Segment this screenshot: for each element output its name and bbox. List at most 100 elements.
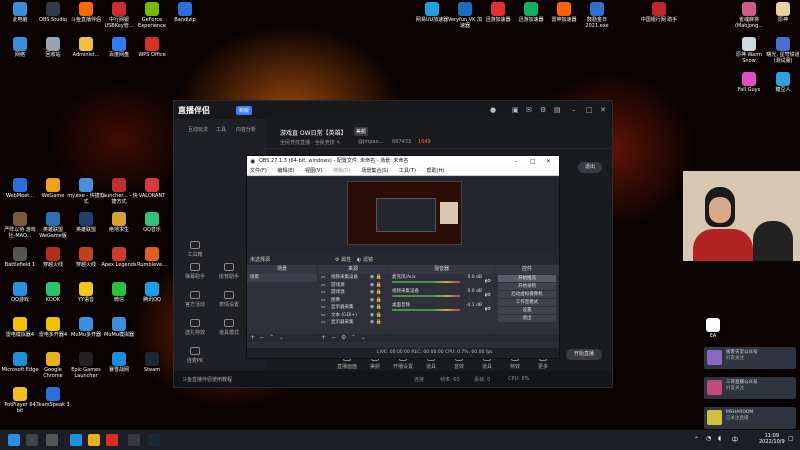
ea-desktop-icon[interactable]: EA [694, 318, 732, 339]
start-live-button[interactable]: 开始直播 [566, 349, 602, 360]
desktop-icon[interactable]: Rumbleve... [133, 247, 171, 268]
desktop-icon[interactable]: Steam [133, 352, 171, 373]
mute-settings-icon[interactable]: ◖⚙ [485, 279, 491, 284]
close-icon[interactable]: ✕ [546, 156, 551, 167]
notification-card[interactable]: MSHAROOM 已关注直播 [704, 407, 796, 429]
avatar-icon[interactable]: ● [490, 106, 496, 114]
properties-button[interactable]: ⚙ 属性 [335, 255, 351, 265]
volume-slider[interactable] [392, 281, 460, 283]
minimize-icon[interactable]: – [572, 106, 576, 114]
visibility-lock-icon[interactable]: ◉ 🔒 [370, 319, 382, 327]
remove-source-icon[interactable]: − [331, 334, 336, 342]
pk-button[interactable]: 连麦PK [180, 347, 210, 364]
obs-taskbar-icon[interactable] [128, 434, 140, 446]
maximize-icon[interactable]: □ [586, 106, 593, 114]
virtual-camera-button[interactable]: 启动虚拟摄像机 [498, 291, 556, 298]
gift-icon[interactable]: ▣ [512, 106, 519, 114]
desktop-icon[interactable]: 腾讯QQ [133, 282, 171, 303]
room-admin-button[interactable]: 房管助手 [214, 263, 244, 280]
source-item[interactable]: ▭ 文本 (GDI+) ◉ 🔒 [318, 312, 388, 320]
emoji-button[interactable]: 表情设置 [214, 291, 244, 308]
input-lang[interactable]: 中 [732, 435, 738, 444]
desktop-icon[interactable]: 曙光, 星穹铁道 (测试服) [764, 37, 800, 64]
search-taskbar-icon[interactable] [26, 434, 38, 446]
visibility-lock-icon[interactable]: ◉ 🔒 [370, 274, 382, 282]
tab-interactive[interactable]: 互动玩法 [188, 126, 208, 133]
exit-live-button[interactable]: 退出 [578, 162, 602, 173]
remove-scene-icon[interactable]: − [259, 334, 264, 342]
exit-button[interactable]: 退出 [498, 315, 556, 322]
skin-icon[interactable]: ▤ [554, 106, 561, 114]
obs-preview[interactable] [247, 177, 559, 255]
toolbox-button[interactable]: 工具箱 [180, 241, 210, 258]
menu-dock[interactable]: 停靠(D) [333, 168, 351, 174]
tutorial-link[interactable]: 斗鱼直播伴侣使用教程 [182, 376, 232, 383]
add-scene-icon[interactable]: + [250, 334, 255, 342]
scene-item[interactable]: 场景 [247, 274, 317, 282]
desktop-icon[interactable]: MuMu模拟器 [100, 317, 138, 338]
room-category[interactable]: 全民竞技直播 · 全民竞技 ✎ [280, 139, 341, 146]
gift-effects-button[interactable]: 送礼特效 [180, 319, 210, 336]
start-taskbar-icon[interactable] [8, 434, 20, 446]
task-view-taskbar-icon[interactable] [46, 434, 58, 446]
desktop-icon[interactable]: 中国银行网 助手 [640, 2, 678, 23]
menu-scene-collection[interactable]: 场景集合(S) [361, 168, 388, 174]
prop-mode-button[interactable]: 道具模式 [214, 319, 244, 336]
studio-mode-button[interactable]: 工作室模式 [498, 299, 556, 306]
desktop-icon[interactable]: TeamSpeak 3 [34, 387, 72, 408]
volume-slider[interactable] [392, 309, 460, 311]
menu-edit[interactable]: 编辑(E) [277, 168, 294, 174]
desktop-icon[interactable]: 雀魂麻将 (Mahjong... [730, 2, 768, 29]
visibility-lock-icon[interactable]: ◉ 🔒 [370, 312, 382, 320]
tray-chevron-icon[interactable]: ⌃ [694, 436, 699, 443]
minimize-icon[interactable]: – [515, 156, 518, 167]
notification-card[interactable]: 极客天堂公众号 好友关注 [704, 347, 796, 369]
visibility-lock-icon[interactable]: ◉ 🔒 [370, 297, 382, 305]
source-settings-icon[interactable]: ⚙ [341, 334, 346, 342]
volume-icon[interactable]: ◖ [718, 435, 721, 442]
settings-icon[interactable]: ⚙ [540, 106, 546, 114]
desktop-icon[interactable]: 糖豆人 [764, 72, 800, 93]
tab-analysis[interactable]: 内容分析 [236, 126, 256, 133]
filters-button[interactable]: ◐ 滤镜 [357, 255, 373, 265]
add-source-icon[interactable]: + [321, 334, 326, 342]
source-item[interactable]: ▭ 视频采集设备 ◉ 🔒 [318, 274, 388, 282]
settings-button[interactable]: 设置 [498, 307, 556, 314]
edge-taskbar-icon[interactable] [70, 434, 82, 446]
danmaku-button[interactable]: 弹幕助手 [180, 263, 210, 280]
volume-slider[interactable] [392, 295, 460, 297]
source-item[interactable]: ▭ 游戏源 ◉ 🔒 [318, 289, 388, 297]
notification-card[interactable]: 三哥直播公众号 好友关注 [704, 377, 796, 399]
explorer-taskbar-icon[interactable] [88, 434, 100, 446]
mute-settings-icon[interactable]: ◖⚙ [485, 293, 491, 298]
network-icon[interactable]: ◔ [706, 435, 711, 442]
mute-settings-icon[interactable]: ◖⚙ [485, 307, 491, 312]
desktop-icon[interactable]: Bandizip [166, 2, 204, 23]
visibility-lock-icon[interactable]: ◉ 🔒 [370, 282, 382, 290]
desktop-icon[interactable]: 鼓励金日 2021.exe [578, 2, 616, 29]
menu-tools[interactable]: 工具(T) [399, 168, 416, 174]
visibility-lock-icon[interactable]: ◉ 🔒 [370, 289, 382, 297]
visibility-lock-icon[interactable]: ◉ 🔒 [370, 304, 382, 312]
close-icon[interactable]: ✕ [600, 106, 606, 114]
move-up-icon[interactable]: ⌃ [269, 334, 274, 342]
source-down-icon[interactable]: ⌄ [361, 334, 366, 342]
desktop-icon[interactable]: VALORANT [133, 178, 171, 199]
desktop-icon[interactable]: 原神 Warm Snow [730, 37, 768, 64]
events-button[interactable]: 官方活动 [180, 291, 210, 308]
source-item[interactable]: ▭ 显示器采集 ◉ 🔒 [318, 319, 388, 327]
source-item[interactable]: ▭ 图像 ◉ 🔒 [318, 297, 388, 305]
desktop-icon[interactable]: QQ音乐 [133, 212, 171, 233]
desktop-icon[interactable]: Fall Guys [730, 72, 768, 93]
notification-center-icon[interactable]: ▢ [788, 435, 794, 442]
message-icon[interactable]: ✉ [526, 106, 532, 114]
menu-view[interactable]: 视图(V) [305, 168, 322, 174]
source-up-icon[interactable]: ⌃ [351, 334, 356, 342]
source-item[interactable]: ▭ 显示器采集 ◉ 🔒 [318, 304, 388, 312]
move-down-icon[interactable]: ⌄ [279, 334, 284, 342]
start-streaming-button[interactable]: 开始推流 [498, 275, 556, 282]
source-item[interactable]: ▭ 游戏源 ◉ 🔒 [318, 282, 388, 290]
wps-taskbar-icon[interactable] [106, 434, 118, 446]
steam-taskbar-icon[interactable] [148, 434, 160, 446]
menu-file[interactable]: 文件(F) [250, 168, 267, 174]
